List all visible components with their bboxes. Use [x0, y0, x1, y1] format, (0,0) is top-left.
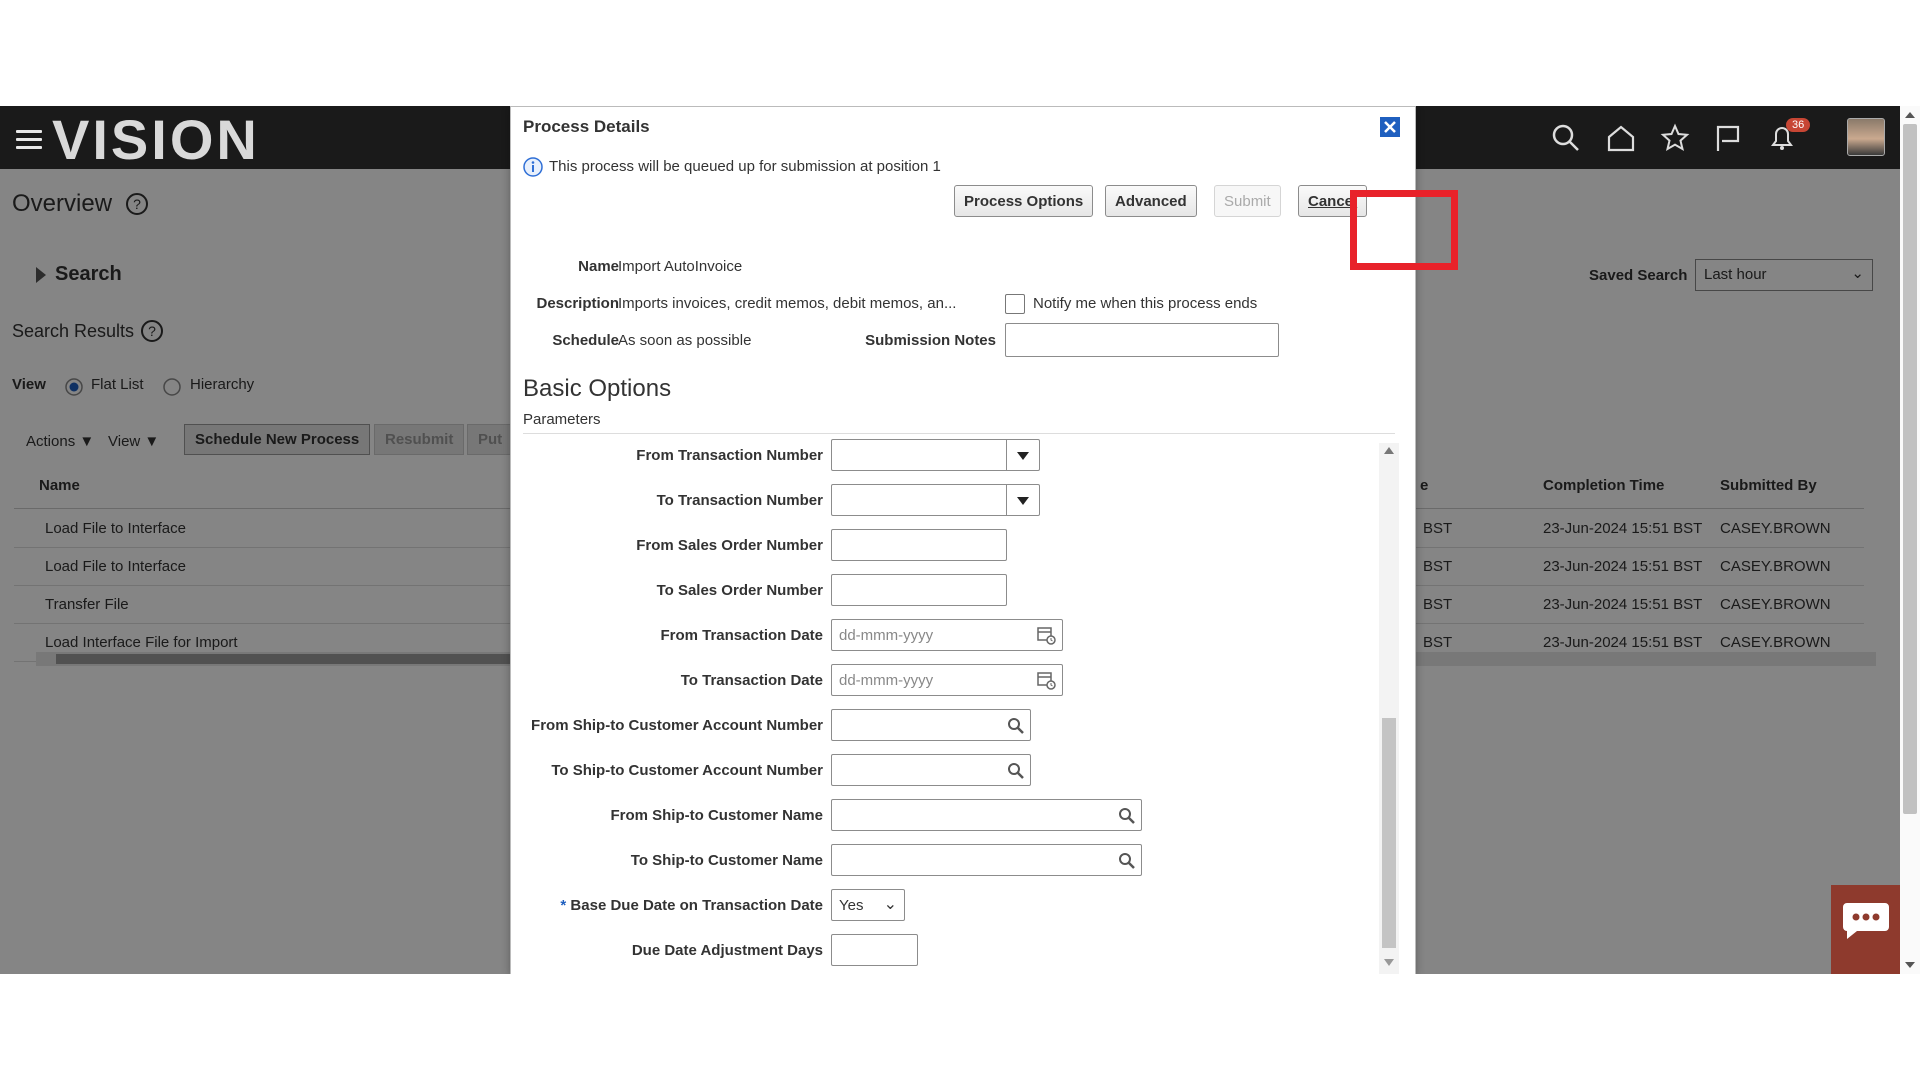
app-frame: VISION 36 Overview ? Search Saved Search…	[0, 106, 1920, 974]
dropdown-arrow-icon[interactable]	[1006, 485, 1039, 515]
due-date-adjustment-label: Due Date Adjustment Days	[631, 942, 823, 959]
date-placeholder: dd-mmm-yyyy	[839, 627, 934, 644]
chevron-down-icon: ⌄	[883, 896, 897, 913]
to-transaction-number-label: To Transaction Number	[656, 492, 823, 509]
close-icon[interactable]	[1379, 116, 1401, 138]
search-icon[interactable]	[1118, 852, 1135, 869]
calendar-icon[interactable]	[1036, 625, 1056, 645]
notifications-badge: 36	[1786, 118, 1811, 132]
to-sales-order-number-input[interactable]	[831, 574, 1007, 606]
queue-info-message: This process will be queued up for submi…	[549, 158, 941, 175]
base-due-date-text: Base Due Date on Transaction Date	[570, 897, 823, 914]
from-ship-to-account-input[interactable]	[831, 709, 1031, 741]
to-ship-to-account-input[interactable]	[831, 754, 1031, 786]
from-transaction-date-label: From Transaction Date	[660, 627, 823, 644]
scroll-down-icon[interactable]	[1905, 962, 1915, 968]
scroll-up-icon[interactable]	[1384, 447, 1394, 454]
chat-widget[interactable]	[1831, 885, 1900, 974]
scroll-up-icon[interactable]	[1905, 112, 1915, 118]
advanced-button[interactable]: Advanced	[1105, 185, 1197, 217]
search-icon[interactable]	[1551, 123, 1581, 153]
from-transaction-date-input[interactable]: dd-mmm-yyyy	[831, 619, 1063, 651]
date-placeholder: dd-mmm-yyyy	[839, 672, 934, 689]
divider	[523, 433, 1395, 434]
to-transaction-date-label: To Transaction Date	[680, 672, 823, 689]
base-due-date-value: Yes	[839, 897, 864, 914]
notify-checkbox[interactable]	[1005, 294, 1025, 314]
to-sales-order-number-label: To Sales Order Number	[656, 582, 823, 599]
schedule-value: As soon as possible	[618, 332, 752, 349]
search-icon[interactable]	[1118, 807, 1135, 824]
from-sales-order-number-input[interactable]	[831, 529, 1007, 561]
menu-icon[interactable]	[16, 130, 42, 150]
page-scrollbar[interactable]	[1900, 106, 1920, 974]
info-icon	[523, 157, 543, 177]
scrollbar-thumb[interactable]	[1382, 718, 1396, 948]
to-ship-to-account-label: To Ship-to Customer Account Number	[551, 762, 823, 779]
from-ship-to-account-label: From Ship-to Customer Account Number	[531, 717, 823, 734]
description-value: Imports invoices, credit memos, debit me…	[618, 295, 957, 312]
required-marker: *	[560, 897, 567, 914]
search-icon[interactable]	[1007, 762, 1024, 779]
scroll-down-icon[interactable]	[1384, 959, 1394, 966]
chat-bubble-icon	[1843, 903, 1889, 939]
favorites-star-icon[interactable]	[1660, 123, 1690, 153]
to-ship-to-name-label: To Ship-to Customer Name	[630, 852, 823, 869]
scrollbar-thumb[interactable]	[1903, 124, 1917, 814]
flag-icon[interactable]	[1713, 123, 1743, 153]
notify-label: Notify me when this process ends	[1033, 295, 1258, 312]
description-label: Description	[536, 295, 619, 312]
dialog-title: Process Details	[523, 117, 650, 136]
close-highlight-frame	[1350, 190, 1458, 270]
process-details-dialog: Process Details This process will be que…	[510, 106, 1416, 974]
submission-notes-input[interactable]	[1005, 323, 1279, 357]
from-transaction-number-select[interactable]	[831, 439, 1040, 471]
from-sales-order-number-label: From Sales Order Number	[636, 537, 823, 554]
due-date-adjustment-input[interactable]	[831, 934, 918, 966]
process-options-button[interactable]: Process Options	[954, 185, 1094, 217]
parameters-scrollbar[interactable]	[1379, 443, 1399, 974]
home-icon[interactable]	[1606, 123, 1636, 153]
to-transaction-date-input[interactable]: dd-mmm-yyyy	[831, 664, 1063, 696]
to-transaction-number-select[interactable]	[831, 484, 1040, 516]
dropdown-arrow-icon[interactable]	[1006, 440, 1039, 470]
from-ship-to-name-label: From Ship-to Customer Name	[610, 807, 823, 824]
submit-button[interactable]: Submit	[1214, 185, 1281, 217]
parameters-heading: Parameters	[523, 411, 601, 428]
base-due-date-select[interactable]: Yes ⌄	[831, 889, 905, 921]
to-ship-to-name-input[interactable]	[831, 844, 1142, 876]
name-value: Import AutoInvoice	[618, 258, 743, 275]
schedule-label: Schedule	[552, 332, 619, 349]
base-due-date-label: * Base Due Date on Transaction Date	[523, 897, 823, 914]
vision-logo: VISION	[52, 108, 260, 171]
basic-options-heading: Basic Options	[523, 375, 672, 402]
submission-notes-label: Submission Notes	[865, 332, 996, 349]
calendar-icon[interactable]	[1036, 670, 1056, 690]
search-icon[interactable]	[1007, 717, 1024, 734]
name-label: Name	[578, 258, 619, 275]
user-avatar[interactable]	[1847, 118, 1885, 156]
from-ship-to-name-input[interactable]	[831, 799, 1142, 831]
from-transaction-number-label: From Transaction Number	[636, 447, 823, 464]
